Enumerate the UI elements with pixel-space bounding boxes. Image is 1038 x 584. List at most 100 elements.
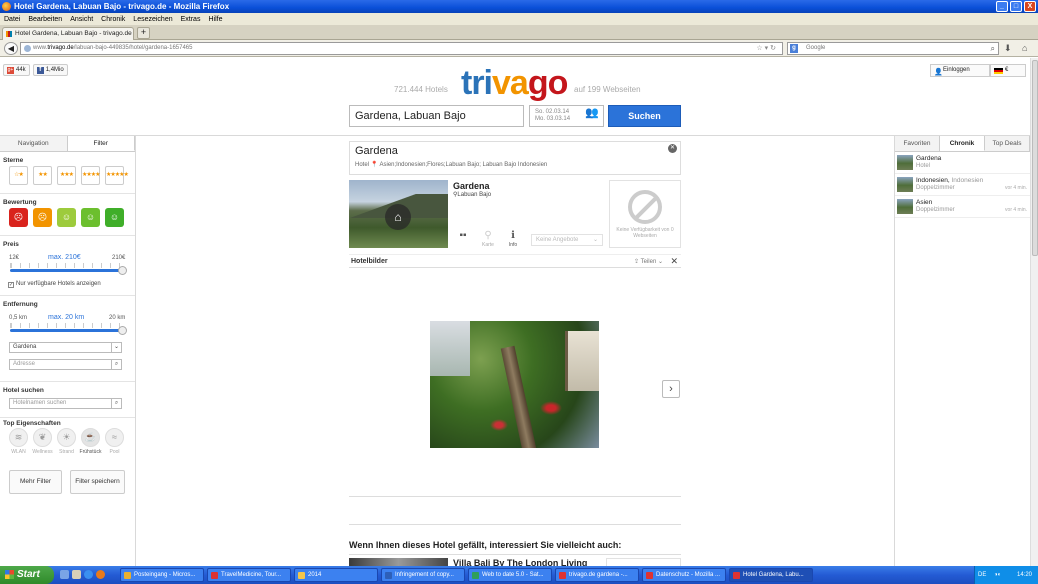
star-filter-3[interactable]: ★★★ [57, 166, 76, 185]
web-search-input[interactable]: g Google ⌕ [787, 42, 999, 55]
date-picker[interactable]: So. 02.03.14 Mo. 03.03.14 👥 [529, 105, 604, 127]
menu-chronik[interactable]: Chronik [101, 16, 125, 23]
history-item[interactable]: Indonesien, Indonesien Doppelzimmer vor … [895, 174, 1030, 196]
taskbar-item[interactable]: Datenschutz - Mozilla ... [642, 568, 726, 582]
minimize-button[interactable]: _ [996, 1, 1008, 12]
distance-slider-handle[interactable] [118, 326, 127, 335]
start-button[interactable]: Start [0, 566, 54, 584]
menu-extras[interactable]: Extras [181, 16, 201, 23]
bookmark-star-icon[interactable]: ☆ [756, 45, 764, 52]
search-button[interactable]: Suchen [608, 105, 681, 127]
feature-fruehstueck[interactable]: ☕ Frühstück [80, 428, 101, 455]
taskbar-item-active[interactable]: Hotel Gardena, Labu... [729, 568, 813, 582]
menu-lesezeichen[interactable]: Lesezeichen [133, 16, 172, 23]
rating-okay-face-icon[interactable]: ☹ [33, 208, 52, 227]
destination-search-input[interactable]: Gardena, Labuan Bajo [349, 105, 524, 127]
search-icon[interactable]: ⌕ [111, 360, 121, 369]
history-item[interactable]: Asien Doppelzimmer vor 4 min. [895, 196, 1030, 218]
map-item[interactable]: ⚲ Karte [478, 230, 498, 248]
similar-hotels-heading: Wenn Ihnen dieses Hotel gefällt, interes… [349, 540, 622, 550]
share-button[interactable]: ⇪ Teilen ⌄ [634, 258, 663, 265]
save-filters-button[interactable]: Filter speichern [70, 470, 125, 494]
search-icon[interactable]: ⌕ [111, 399, 121, 408]
taskbar-item[interactable]: TravelMedicine, Tour... [207, 568, 291, 582]
url-bar[interactable]: www.trivago.de/labuan-bajo-449835/hotel/… [20, 42, 783, 55]
taskbar-item[interactable]: Posteingang - Micros... [120, 568, 204, 582]
rating-good-face-icon[interactable]: ☺ [57, 208, 76, 227]
tab-navigation[interactable]: Navigation [0, 136, 68, 151]
search-icon[interactable]: ⌕ [991, 43, 995, 54]
history-name: Asien [916, 199, 933, 206]
outlook-icon[interactable] [72, 570, 81, 579]
tray-icons[interactable]: ◑◐ [994, 572, 1001, 578]
login-button[interactable]: 👤 Einloggen [930, 64, 990, 77]
country-selector[interactable]: € [990, 64, 1026, 77]
taskbar-item[interactable]: 2014 [294, 568, 378, 582]
feature-wellness[interactable]: ❦ Wellness [32, 428, 53, 455]
menu-datei[interactable]: Datei [4, 16, 20, 23]
info-item[interactable]: ℹ Info [503, 230, 523, 248]
download-icon[interactable]: ⬇ [1004, 43, 1012, 54]
distance-slider-track[interactable] [10, 329, 122, 332]
history-item[interactable]: Gardena Hotel [895, 152, 1030, 174]
clock[interactable]: 14:20 [1017, 566, 1032, 584]
maximize-button[interactable]: □ [1010, 1, 1022, 12]
similar-hotel-item[interactable]: Villa Bali By The London Living [349, 554, 681, 566]
hotel-name-search-input[interactable]: Hotelnamen suchen ⌕ [9, 398, 122, 409]
rating-excellent-face-icon[interactable]: ☺ [105, 208, 124, 227]
menu-bearbeiten[interactable]: Bearbeiten [28, 16, 62, 23]
hotel-thumbnail[interactable]: ⌂ [349, 180, 448, 248]
new-tab-button[interactable]: + [137, 27, 150, 39]
tab-chronik[interactable]: Chronik [940, 136, 985, 151]
star-filter-2[interactable]: ★★ [33, 166, 52, 185]
price-slider-track[interactable] [10, 269, 122, 272]
guests-icon[interactable]: 👥 [585, 108, 599, 119]
close-button[interactable]: X [1024, 1, 1036, 12]
browser-tab[interactable]: Hotel Gardena, Labuan Bajo - trivago.de [2, 27, 134, 40]
star-filter-1[interactable]: ☆★ [9, 166, 28, 185]
site-identity-icon[interactable] [24, 45, 31, 52]
language-indicator[interactable]: DE [978, 572, 986, 578]
google-icon[interactable]: g [790, 44, 798, 53]
star-filter-4[interactable]: ★★★★ [81, 166, 101, 185]
reload-icon[interactable]: ↻ [770, 45, 778, 52]
next-photo-button[interactable]: › [662, 380, 680, 398]
google-plus-count: 44k [16, 67, 26, 73]
desktop-icon[interactable] [60, 570, 69, 579]
taskbar-item[interactable]: trivago.de gardena -... [555, 568, 639, 582]
similar-hotel-name[interactable]: Villa Bali By The London Living [453, 558, 587, 566]
menu-ansicht[interactable]: Ansicht [70, 16, 93, 23]
feature-wlan[interactable]: ≋ WLAN [9, 428, 28, 455]
back-button[interactable]: ◀ [4, 42, 18, 55]
close-icon[interactable]: ✕ [668, 144, 677, 153]
google-plus-button[interactable]: g+ 44k [3, 64, 30, 76]
tab-filter[interactable]: Filter [67, 136, 135, 151]
feature-pool[interactable]: ≈ Pool [105, 428, 124, 455]
scrollbar-thumb[interactable] [1032, 60, 1038, 256]
close-gallery-icon[interactable]: ✕ [670, 256, 678, 267]
rating-very-good-face-icon[interactable]: ☺ [81, 208, 100, 227]
taskbar-item[interactable]: Infringement of copy... [381, 568, 465, 582]
rating-item[interactable]: ▪▪ [453, 230, 473, 248]
feature-strand[interactable]: ☀ Strand [57, 428, 76, 455]
star-filter-5[interactable]: ★★★★★ [105, 166, 129, 185]
more-filters-button[interactable]: Mehr Filter [9, 470, 62, 494]
firefox-icon[interactable] [96, 570, 105, 579]
address-input[interactable]: Adresse ⌕ [9, 359, 122, 370]
price-slider-handle[interactable] [118, 266, 127, 275]
tab-favoriten[interactable]: Favoriten [895, 136, 940, 151]
ie-icon[interactable] [84, 570, 93, 579]
trivago-logo[interactable]: trivago [461, 64, 568, 103]
taskbar-item[interactable]: Web to date 5.0 - Sat... [468, 568, 552, 582]
facebook-button[interactable]: f 1,4Mio [32, 64, 68, 76]
tab-top-deals[interactable]: Top Deals [985, 136, 1030, 151]
hotel-title[interactable]: Gardena [453, 181, 490, 191]
page-scrollbar[interactable] [1030, 58, 1038, 566]
menu-hilfe[interactable]: Hilfe [208, 16, 222, 23]
hotel-photo[interactable] [430, 321, 599, 448]
offers-select[interactable]: Keine Angebote ⌄ [531, 234, 603, 246]
home-icon[interactable]: ⌂ [1022, 43, 1027, 53]
only-available-checkbox[interactable]: ✓ Nur verfügbare Hotels anzeigen [8, 281, 101, 288]
rating-bad-face-icon[interactable]: ☹ [9, 208, 28, 227]
location-select[interactable]: Gardena ⌄ [9, 342, 122, 353]
